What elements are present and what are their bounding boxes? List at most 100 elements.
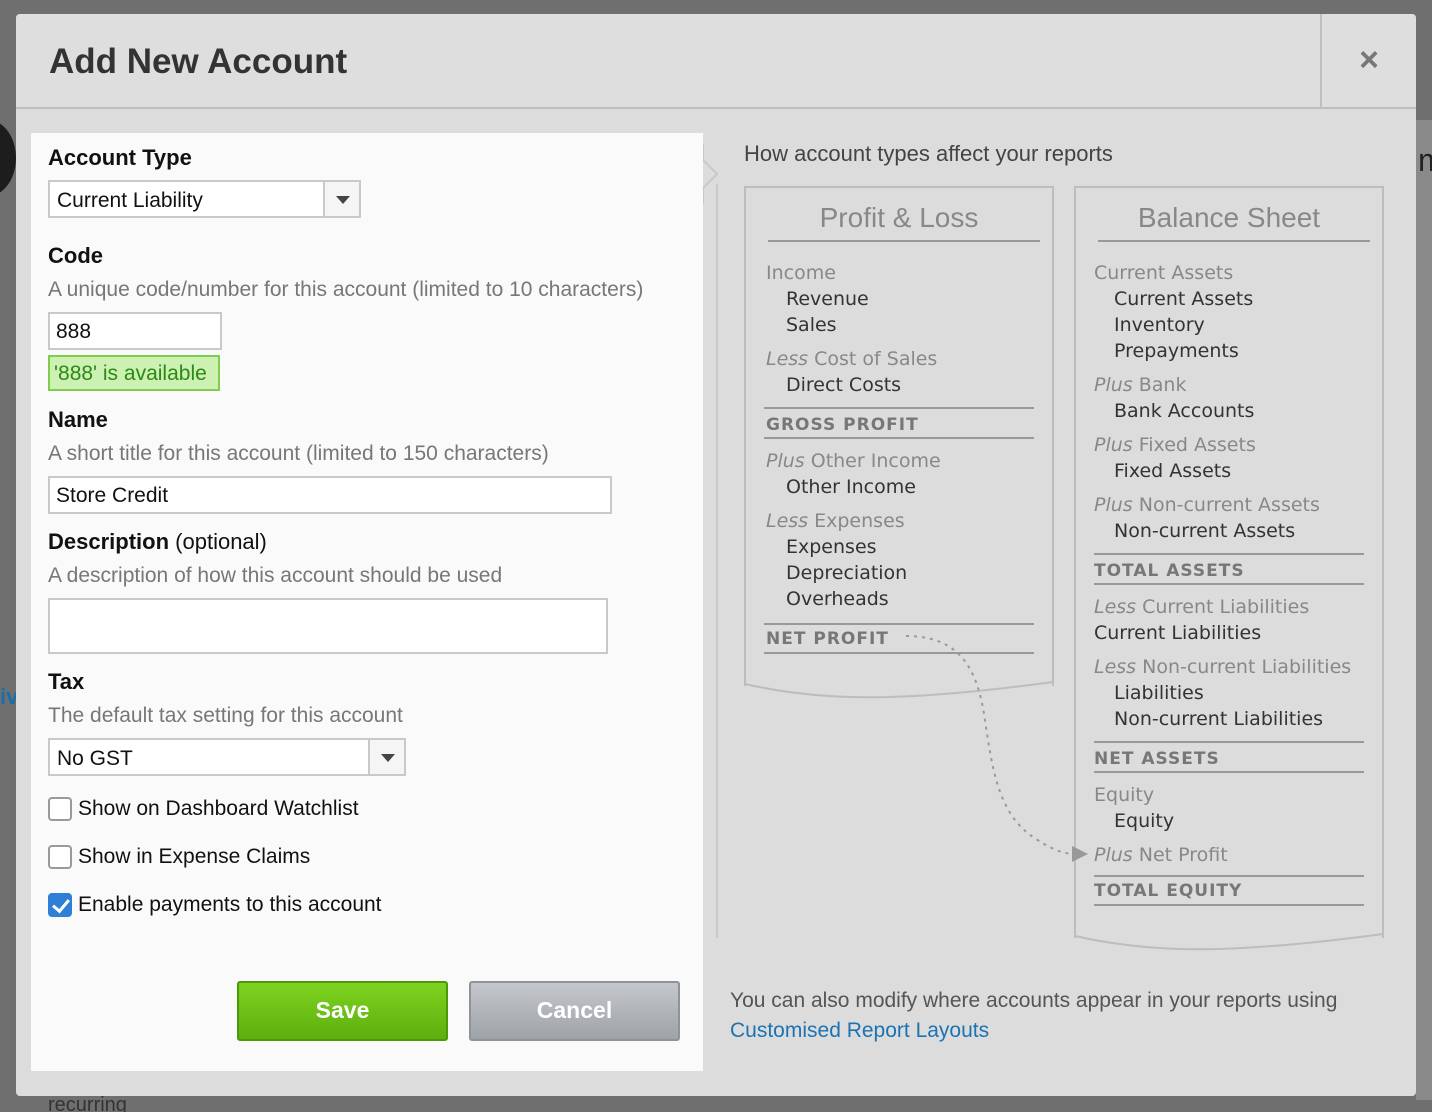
checkmark-icon[interactable] [48,893,72,917]
checkbox-label: Show on Dashboard Watchlist [78,797,359,820]
background-strip [1416,120,1432,1100]
total-net-profit: NET PROFIT [766,629,889,649]
description-label-text: Description [48,529,170,554]
torn-edge-decoration [1074,926,1384,951]
description-label: Description (optional) [48,529,267,555]
less-prefix: Less [1094,596,1137,618]
item-direct-costs: Direct Costs [786,374,902,396]
expenses-group-text: Expenses [814,510,905,532]
total-net-assets: NET ASSETS [1094,749,1220,769]
net-profit-text: Net Profit [1138,844,1228,866]
total-gross-profit: GROSS PROFIT [766,415,919,435]
checkbox-icon[interactable] [48,797,72,821]
noncurrent-assets-group-text: Non-current Assets [1138,494,1320,516]
group-equity: Equity [1094,784,1155,806]
reports-title: How account types affect your reports [744,141,1113,166]
cost-of-sales-text: Cost of Sales [814,348,938,370]
less-prefix: Less [766,348,809,370]
group-current-liabilities: Less Current Liabilities [1094,596,1309,618]
item-expenses: Expenses [786,536,877,558]
modal-header: Add New Account × [16,14,1416,109]
code-availability-badge: '888' is available [48,355,220,391]
account-form: Account Type Current Liability Code A un… [31,133,703,1071]
tax-hint: The default tax setting for this account [48,704,403,727]
name-label: Name [48,407,108,432]
account-type-value: Current Liability [57,189,203,212]
plus-prefix: Plus [1094,434,1133,456]
group-noncurrent-assets: Plus Non-current Assets [1094,494,1320,516]
code-label: Code [48,243,103,268]
divider [1094,875,1364,877]
background-bottom-text: recurring [48,1094,127,1112]
plus-prefix: Plus [1094,844,1133,866]
divider [768,240,1040,242]
add-account-modal: Add New Account × Account Type Current L… [16,14,1416,1096]
account-type-select[interactable]: Current Liability [48,180,361,218]
balance-sheet: Balance Sheet Current Assets Current Ass… [1074,186,1384,938]
cancel-button[interactable]: Cancel [469,981,680,1041]
description-optional: (optional) [175,529,267,554]
account-type-label: Account Type [48,145,192,170]
group-noncurrent-liabilities: Less Non-current Liabilities [1094,656,1351,678]
item-overheads: Overheads [786,588,889,610]
group-current-assets: Current Assets [1094,262,1234,284]
close-icon: × [1359,41,1379,79]
total-equity: TOTAL EQUITY [1094,881,1243,901]
dotted-arrow-icon [905,635,1088,862]
customised-report-layouts-link[interactable]: Customised Report Layouts [730,1019,989,1042]
total-assets: TOTAL ASSETS [1094,561,1245,581]
item-equity: Equity [1114,810,1175,832]
name-hint: A short title for this account (limited … [48,442,549,465]
background-text-fragment: m [1418,142,1432,178]
panel-pointer-icon [703,144,719,204]
panel-divider [716,184,718,938]
checkbox-icon[interactable] [48,845,72,869]
group-expenses: Less Expenses [766,510,905,532]
checkbox-label: Show in Expense Claims [78,845,311,868]
item-fixed-assets: Fixed Assets [1114,460,1232,482]
description-textarea[interactable] [48,598,608,654]
group-net-profit: Plus Net Profit [1094,844,1228,866]
plus-prefix: Plus [1094,374,1133,396]
item-current-liabilities: Current Liabilities [1094,622,1262,644]
divider [764,437,1034,439]
chevron-down-icon[interactable] [323,182,359,216]
group-income: Income [766,262,836,284]
chevron-down-icon[interactable] [368,740,404,774]
modal-title: Add New Account [49,42,348,81]
noncurrent-liabilities-group-text: Non-current Liabilities [1142,656,1352,678]
code-input[interactable]: 888 [48,312,222,350]
tax-select[interactable]: No GST [48,738,406,776]
divider [764,407,1034,409]
divider [1094,904,1364,906]
tax-value: No GST [57,747,133,770]
footer-text: You can also modify where accounts appea… [730,989,1338,1012]
profit-loss-title: Profit & Loss [819,202,979,233]
name-input[interactable]: Store Credit [48,476,612,514]
divider [1094,771,1364,773]
checkbox-label: Enable payments to this account [78,893,382,916]
item-liabilities: Liabilities [1114,682,1204,704]
item-inventory: Inventory [1114,314,1205,336]
save-button[interactable]: Save [237,981,448,1041]
item-sales: Sales [786,314,837,336]
item-noncurrent-liabilities: Non-current Liabilities [1114,708,1324,730]
less-prefix: Less [766,510,809,532]
item-bank-accounts: Bank Accounts [1114,400,1255,422]
group-other-income: Plus Other Income [766,450,941,472]
bank-group-text: Bank [1138,374,1187,396]
close-button[interactable]: × [1322,14,1416,109]
group-fixed-assets: Plus Fixed Assets [1094,434,1256,456]
profit-loss-sheet: Profit & Loss Income Revenue Sales Less … [744,186,1054,686]
divider [1098,240,1370,242]
footer-note: You can also modify where accounts appea… [730,986,1416,1046]
item-current-assets: Current Assets [1114,288,1254,310]
item-prepayments: Prepayments [1114,340,1239,362]
item-noncurrent-assets: Non-current Assets [1114,520,1296,542]
item-other-income: Other Income [786,476,916,498]
code-hint: A unique code/number for this account (l… [48,278,644,301]
description-hint: A description of how this account should… [48,564,503,587]
plus-prefix: Plus [1094,494,1133,516]
balance-sheet-title: Balance Sheet [1137,202,1321,233]
other-income-group-text: Other Income [810,450,941,472]
